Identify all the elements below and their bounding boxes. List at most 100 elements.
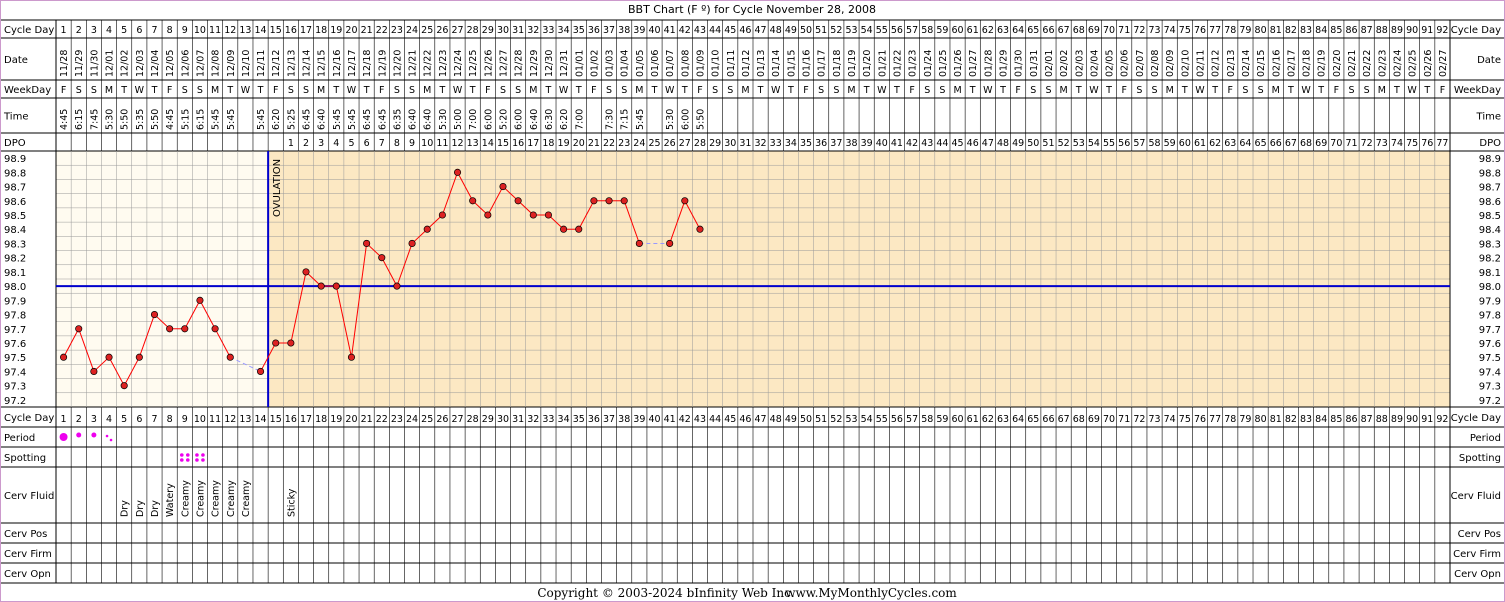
cycle-day-label-bottom: 82	[1285, 414, 1297, 425]
cycle-day-label-bottom: 68	[1073, 414, 1085, 425]
website-link[interactable]: www.MyMonthlyCycles.com	[785, 586, 957, 600]
date-label: 12/27	[498, 50, 509, 77]
cycle-day-label: 56	[891, 25, 903, 36]
weekday-label: T	[1393, 85, 1400, 96]
cycle-day-label-bottom: 34	[558, 414, 570, 425]
cycle-day-label-bottom: 2	[76, 414, 82, 425]
cycle-day-label: 51	[815, 25, 827, 36]
date-label: 02/02	[1059, 50, 1070, 77]
dpo-label: 6	[364, 138, 370, 149]
cycle-day-label-bottom: 43	[694, 414, 706, 425]
time-label: 5:15	[180, 109, 191, 130]
cycle-day-label-bottom: 78	[1224, 414, 1236, 425]
temp-point	[469, 197, 477, 205]
temp-point	[75, 325, 83, 333]
date-label: 02/12	[1211, 50, 1222, 77]
cycle-day-label: 8	[167, 25, 173, 36]
dpo-label: 62	[1209, 138, 1221, 149]
dpo-label: 42	[906, 138, 918, 149]
cycle-day-label: 6	[136, 25, 142, 36]
weekday-label: F	[167, 85, 172, 96]
date-label: 01/04	[620, 50, 631, 77]
temp-point	[120, 382, 128, 390]
time-label: 6:15	[195, 109, 206, 130]
cycle-day-label-bottom: 44	[709, 414, 721, 425]
cycle-day-label-bottom: 29	[482, 414, 494, 425]
cycle-day-label-bottom: 51	[815, 414, 827, 425]
temp-point	[135, 353, 143, 361]
cycle-day-label-bottom: 62	[982, 414, 994, 425]
cycle-day-label: 49	[785, 25, 797, 36]
date-label: 12/19	[377, 50, 388, 77]
date-label: 01/29	[999, 50, 1010, 77]
cycle-day-label-bottom: 89	[1391, 414, 1403, 425]
weekday-label: M	[741, 85, 749, 96]
weekday-label: S	[1364, 85, 1370, 96]
cycle-day-label-bottom: 67	[1058, 414, 1070, 425]
cerv-fluid-label: Dry	[135, 500, 146, 517]
weekday-label: W	[877, 85, 887, 96]
date-label: 02/25	[1408, 50, 1419, 77]
weekday-label: W	[1089, 85, 1099, 96]
dpo-label: 61	[1194, 138, 1206, 149]
weekday-label: S	[515, 85, 521, 96]
weekday-label: T	[757, 85, 764, 96]
cycle-day-label: 89	[1391, 25, 1403, 36]
cycle-day-label: 31	[512, 25, 524, 36]
dpo-label: 73	[1376, 138, 1388, 149]
date-label: 01/08	[680, 50, 691, 77]
cycle-day-label: 22	[376, 25, 388, 36]
temp-point	[575, 225, 583, 233]
dpo-label: 25	[648, 138, 660, 149]
cycle-day-label: 4	[106, 25, 112, 36]
time-label: 7:00	[468, 109, 479, 130]
dpo-label: 38	[845, 138, 857, 149]
row-label-right-cerv-opn: Cerv Opn	[1454, 569, 1501, 580]
date-label: 02/10	[1180, 50, 1191, 77]
cycle-day-label-bottom: 47	[755, 414, 767, 425]
row-label-right-dpo: DPO	[1479, 138, 1501, 149]
cycle-day-label: 11	[209, 25, 221, 36]
cerv-fluid-label: Creamy	[211, 480, 222, 517]
date-label: 02/19	[1317, 50, 1328, 77]
dpo-label: 72	[1361, 138, 1373, 149]
dpo-label: 31	[739, 138, 751, 149]
dpo-label: 4	[333, 138, 339, 149]
row-label-dpo: DPO	[4, 138, 26, 149]
date-label: 01/27	[968, 50, 979, 77]
cycle-day-label-bottom: 18	[315, 414, 327, 425]
date-label: 02/01	[1044, 50, 1055, 77]
cycle-day-label: 24	[406, 25, 418, 36]
weekday-label: S	[621, 85, 627, 96]
dpo-label: 77	[1436, 138, 1448, 149]
cycle-day-label-bottom: 15	[270, 414, 282, 425]
weekday-label: S	[712, 85, 718, 96]
cycle-day-label-bottom: 3	[91, 414, 97, 425]
temp-point	[272, 339, 280, 347]
temp-label-left: 97.5	[4, 353, 26, 364]
time-label: 5:25	[286, 109, 297, 130]
cycle-day-label-bottom: 5	[121, 414, 127, 425]
cycle-day-label: 73	[1148, 25, 1160, 36]
cycle-day-label-bottom: 42	[679, 414, 691, 425]
weekday-label: W	[1301, 85, 1311, 96]
date-label: 12/05	[165, 50, 176, 77]
spotting-dot	[179, 453, 184, 457]
cycle-day-label-bottom: 1	[61, 414, 67, 425]
weekday-label: S	[182, 85, 188, 96]
cycle-day-label: 71	[1118, 25, 1130, 36]
time-label: 6:40	[529, 109, 540, 130]
temp-label-left: 98.6	[4, 197, 26, 208]
temp-label-right: 98.5	[1479, 211, 1501, 222]
weekday-label: T	[651, 85, 658, 96]
weekday-label: M	[529, 85, 537, 96]
cycle-day-label: 63	[997, 25, 1009, 36]
weekday-label: S	[939, 85, 945, 96]
period-medium-marker	[76, 432, 82, 438]
weekday-label: W	[665, 85, 675, 96]
date-label: 12/11	[256, 50, 267, 77]
cycle-day-label-bottom: 16	[285, 414, 297, 425]
temp-label-left: 97.3	[4, 382, 26, 393]
date-label: 02/04	[1089, 50, 1100, 77]
weekday-label: S	[727, 85, 733, 96]
